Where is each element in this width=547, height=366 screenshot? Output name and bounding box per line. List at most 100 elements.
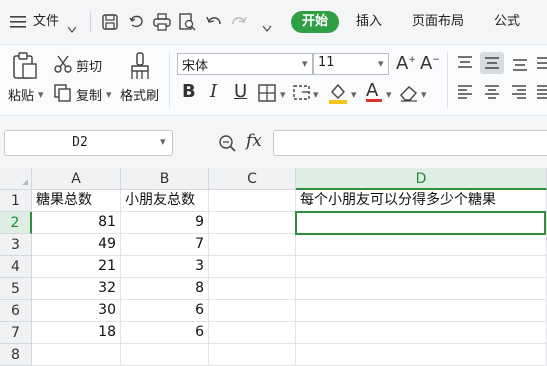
fill-color-dropdown-icon[interactable]: ▾ — [351, 88, 357, 101]
format-painter-icon[interactable] — [129, 52, 151, 84]
borders-icon[interactable] — [258, 84, 276, 106]
cell-a6[interactable]: 30 — [32, 300, 121, 322]
cell-a8[interactable] — [32, 344, 121, 366]
cell-d1[interactable]: 每个小朋友可以分得多少个糖果 — [296, 190, 547, 212]
undo-history-icon[interactable] — [128, 13, 146, 31]
fill-pattern-dropdown-icon[interactable]: ▾ — [313, 88, 319, 101]
underline-button[interactable]: U — [234, 81, 247, 102]
quick-access-more-icon[interactable] — [262, 18, 272, 37]
cell-d5[interactable] — [296, 278, 547, 300]
print-icon[interactable] — [153, 13, 171, 31]
row-header[interactable]: 1 — [0, 190, 32, 212]
hamburger-menu-icon[interactable] — [10, 14, 26, 28]
cell-c2[interactable] — [209, 212, 296, 234]
tab-insert[interactable]: 插入 — [356, 12, 382, 32]
cell-a5[interactable]: 32 — [32, 278, 121, 300]
row-header[interactable]: 6 — [0, 300, 32, 322]
save-icon[interactable] — [101, 13, 119, 31]
align-right-icon[interactable] — [511, 84, 527, 104]
cell-d6[interactable] — [296, 300, 547, 322]
bold-button[interactable]: B — [182, 81, 196, 102]
paste-button[interactable]: 粘贴 — [8, 85, 34, 104]
row-header[interactable]: 7 — [0, 322, 32, 344]
column-header-d[interactable]: D — [296, 168, 547, 190]
cell-a1[interactable]: 糖果总数 — [32, 190, 121, 212]
cell-b3[interactable]: 7 — [121, 234, 209, 256]
insert-function-button[interactable]: fx — [246, 131, 262, 151]
paste-icon[interactable] — [12, 52, 38, 84]
copy-button[interactable]: 复制 — [76, 85, 102, 104]
cell-d4[interactable] — [296, 256, 547, 278]
scissors-icon[interactable] — [54, 55, 72, 77]
eraser-dropdown-icon[interactable]: ▾ — [421, 88, 427, 101]
name-box[interactable]: D2 ▾ — [4, 130, 173, 156]
cell-c5[interactable] — [209, 278, 296, 300]
zoom-formula-icon[interactable] — [218, 134, 236, 156]
column-header-a[interactable]: A — [32, 168, 121, 190]
fill-pattern-icon[interactable] — [293, 84, 311, 106]
align-middle-button[interactable] — [480, 52, 504, 74]
cell-a2[interactable]: 81 — [32, 212, 121, 234]
cell-d3[interactable] — [296, 234, 547, 256]
justify-icon[interactable] — [536, 84, 547, 104]
cell-b7[interactable]: 6 — [121, 322, 209, 344]
undo-icon[interactable] — [205, 13, 223, 31]
fill-color-icon[interactable] — [327, 82, 349, 108]
italic-button[interactable]: I — [210, 81, 217, 102]
paste-dropdown-icon[interactable]: ▾ — [38, 88, 44, 101]
cell-d8[interactable] — [296, 344, 547, 366]
cell-b2[interactable]: 9 — [121, 212, 209, 234]
cell-a4[interactable]: 21 — [32, 256, 121, 278]
column-header-b[interactable]: B — [121, 168, 209, 190]
cell-a3[interactable]: 49 — [32, 234, 121, 256]
cell-c7[interactable] — [209, 322, 296, 344]
cell-b5[interactable]: 8 — [121, 278, 209, 300]
tab-formulas[interactable]: 公式 — [494, 12, 520, 32]
row-header[interactable]: 8 — [0, 344, 32, 366]
cell-b1[interactable]: 小朋友总数 — [121, 190, 209, 212]
column-header-c[interactable]: C — [209, 168, 296, 190]
wrap-icon[interactable] — [536, 55, 547, 75]
align-top-icon[interactable] — [457, 55, 473, 75]
row-header[interactable]: 5 — [0, 278, 32, 300]
copy-dropdown-icon[interactable]: ▾ — [106, 88, 112, 101]
eraser-icon[interactable] — [399, 84, 419, 106]
chevron-down-icon[interactable] — [67, 18, 77, 37]
chevron-down-icon[interactable]: ▾ — [302, 57, 308, 70]
row-header-selected[interactable]: 2 — [0, 212, 32, 234]
font-color-dropdown-icon[interactable]: ▾ — [386, 88, 392, 101]
formula-input[interactable] — [273, 130, 547, 156]
format-painter-button[interactable]: 格式刷 — [120, 85, 159, 104]
font-color-button[interactable]: A — [366, 80, 382, 102]
align-center-icon[interactable] — [484, 84, 500, 104]
cell-c6[interactable] — [209, 300, 296, 322]
print-preview-icon[interactable] — [178, 13, 196, 31]
row-header[interactable]: 3 — [0, 234, 32, 256]
borders-dropdown-icon[interactable]: ▾ — [280, 88, 286, 101]
font-name-select[interactable]: 宋体 ▾ — [177, 53, 313, 75]
align-bottom-icon[interactable] — [512, 55, 528, 75]
cell-b6[interactable]: 6 — [121, 300, 209, 322]
chevron-down-icon[interactable]: ▾ — [378, 57, 384, 70]
copy-icon[interactable] — [54, 84, 72, 106]
redo-icon[interactable] — [230, 13, 248, 31]
cell-c1[interactable] — [209, 190, 296, 212]
cell-c3[interactable] — [209, 234, 296, 256]
cell-d7[interactable] — [296, 322, 547, 344]
tab-page-layout[interactable]: 页面布局 — [412, 12, 464, 32]
cell-b4[interactable]: 3 — [121, 256, 209, 278]
cell-b8[interactable] — [121, 344, 209, 366]
cell-c8[interactable] — [209, 344, 296, 366]
chevron-down-icon[interactable]: ▾ — [160, 135, 166, 148]
decrease-font-size-button[interactable]: A− — [420, 53, 440, 74]
tab-start[interactable]: 开始 — [291, 11, 339, 33]
file-menu[interactable]: 文件 — [33, 12, 59, 32]
select-all-corner[interactable] — [0, 168, 32, 190]
cell-a7[interactable]: 18 — [32, 322, 121, 344]
cut-button[interactable]: 剪切 — [76, 56, 102, 75]
row-header[interactable]: 4 — [0, 256, 32, 278]
increase-font-size-button[interactable]: A+ — [396, 53, 416, 74]
align-left-icon[interactable] — [457, 84, 473, 104]
cell-c4[interactable] — [209, 256, 296, 278]
font-size-select[interactable]: 11 ▾ — [313, 53, 389, 75]
